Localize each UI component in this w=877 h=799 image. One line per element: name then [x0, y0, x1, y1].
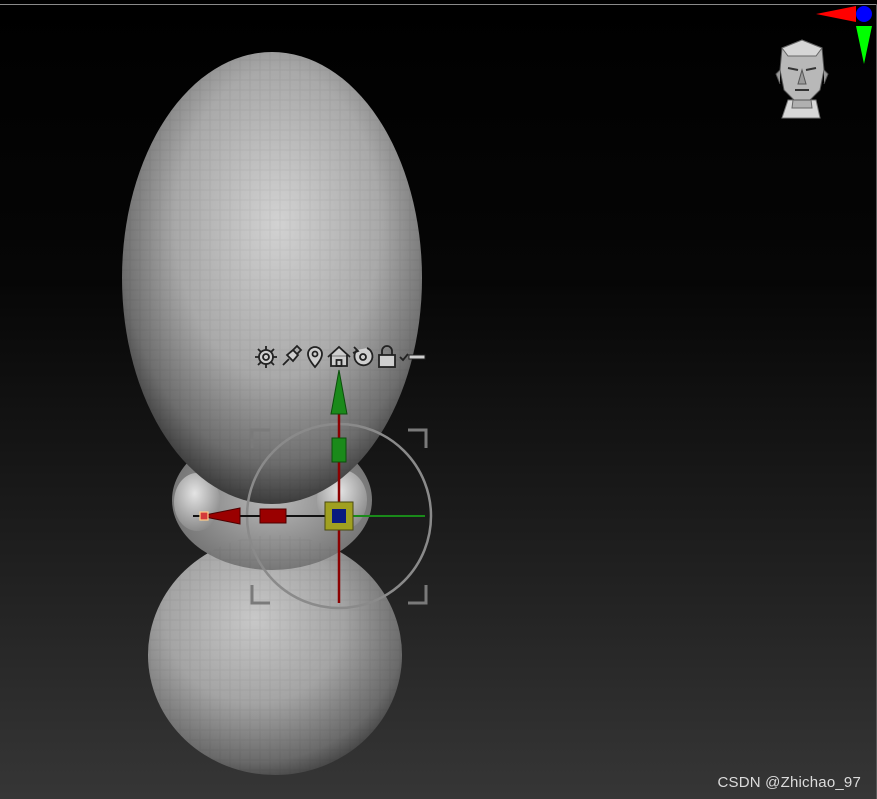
navigation-cube[interactable]: [775, 6, 872, 119]
gizmo-x-axis-endpoint[interactable]: [199, 511, 209, 521]
head-orientation-icon[interactable]: [775, 39, 829, 119]
gizmo-center-core: [332, 509, 346, 523]
3d-viewport[interactable]: CSDN @Zhichao_97: [0, 0, 877, 799]
nav-x-axis-arrow[interactable]: [816, 6, 856, 22]
nav-y-axis-arrow[interactable]: [856, 26, 872, 64]
watermark-text: CSDN @Zhichao_97: [717, 774, 861, 791]
gear-icon[interactable]: [255, 346, 277, 368]
nav-z-axis-dot[interactable]: [856, 6, 872, 22]
rotate-reset-icon[interactable]: [352, 346, 374, 367]
gizmo-y-axis-handle[interactable]: [331, 437, 347, 463]
scene-canvas[interactable]: [0, 0, 877, 799]
gizmo-x-axis-handle[interactable]: [259, 508, 287, 524]
sculpt-mesh[interactable]: [122, 52, 422, 775]
mesh-facet-overlay-lower: [148, 535, 402, 775]
mesh-facet-overlay-upper: [122, 52, 422, 504]
